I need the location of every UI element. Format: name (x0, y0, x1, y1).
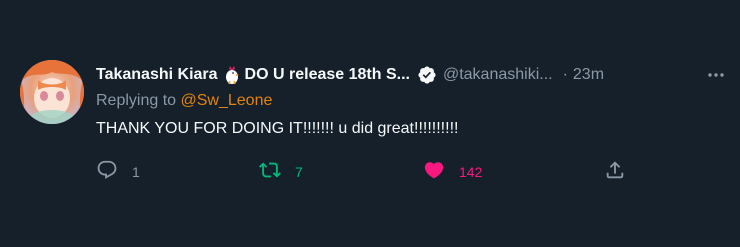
display-name[interactable]: Takanashi Kiara (96, 66, 218, 84)
tweet-text: THANK YOU FOR DOING IT!!!!!!! u did grea… (96, 120, 459, 137)
timestamp-link[interactable]: 23m (573, 66, 604, 84)
display-name-suffix[interactable]: DO U release 18th S... (245, 66, 410, 84)
retweet-button[interactable]: 7 (259, 160, 303, 184)
replying-to-line: Replying to @Sw_Leone (96, 92, 272, 110)
reply-to-mention-link[interactable]: @Sw_Leone (181, 92, 273, 109)
tweet-card[interactable]: Takanashi Kiara DO U release 18th S... @… (0, 0, 740, 247)
share-button[interactable] (604, 160, 626, 184)
like-button[interactable]: 142 (423, 160, 482, 184)
separator-dot: · (562, 66, 568, 83)
reply-button[interactable]: 1 (96, 160, 140, 184)
user-handle[interactable]: @takanashiki... (443, 66, 553, 84)
reply-count: 1 (132, 164, 140, 180)
share-icon (604, 159, 626, 186)
reply-icon (96, 159, 118, 186)
chicken-emoji-icon (223, 65, 241, 85)
replying-to-label: Replying to (96, 92, 177, 109)
verified-badge-icon (417, 65, 437, 85)
retweet-count: 7 (295, 164, 303, 180)
heart-icon (423, 159, 445, 186)
avatar[interactable] (20, 60, 84, 124)
like-count: 142 (459, 164, 483, 180)
tweet-header: Takanashi Kiara DO U release 18th S... @… (96, 64, 696, 86)
more-options-icon[interactable] (704, 63, 728, 87)
retweet-icon (259, 159, 281, 186)
tweet-actions-bar: 1 7 142 (96, 160, 636, 184)
